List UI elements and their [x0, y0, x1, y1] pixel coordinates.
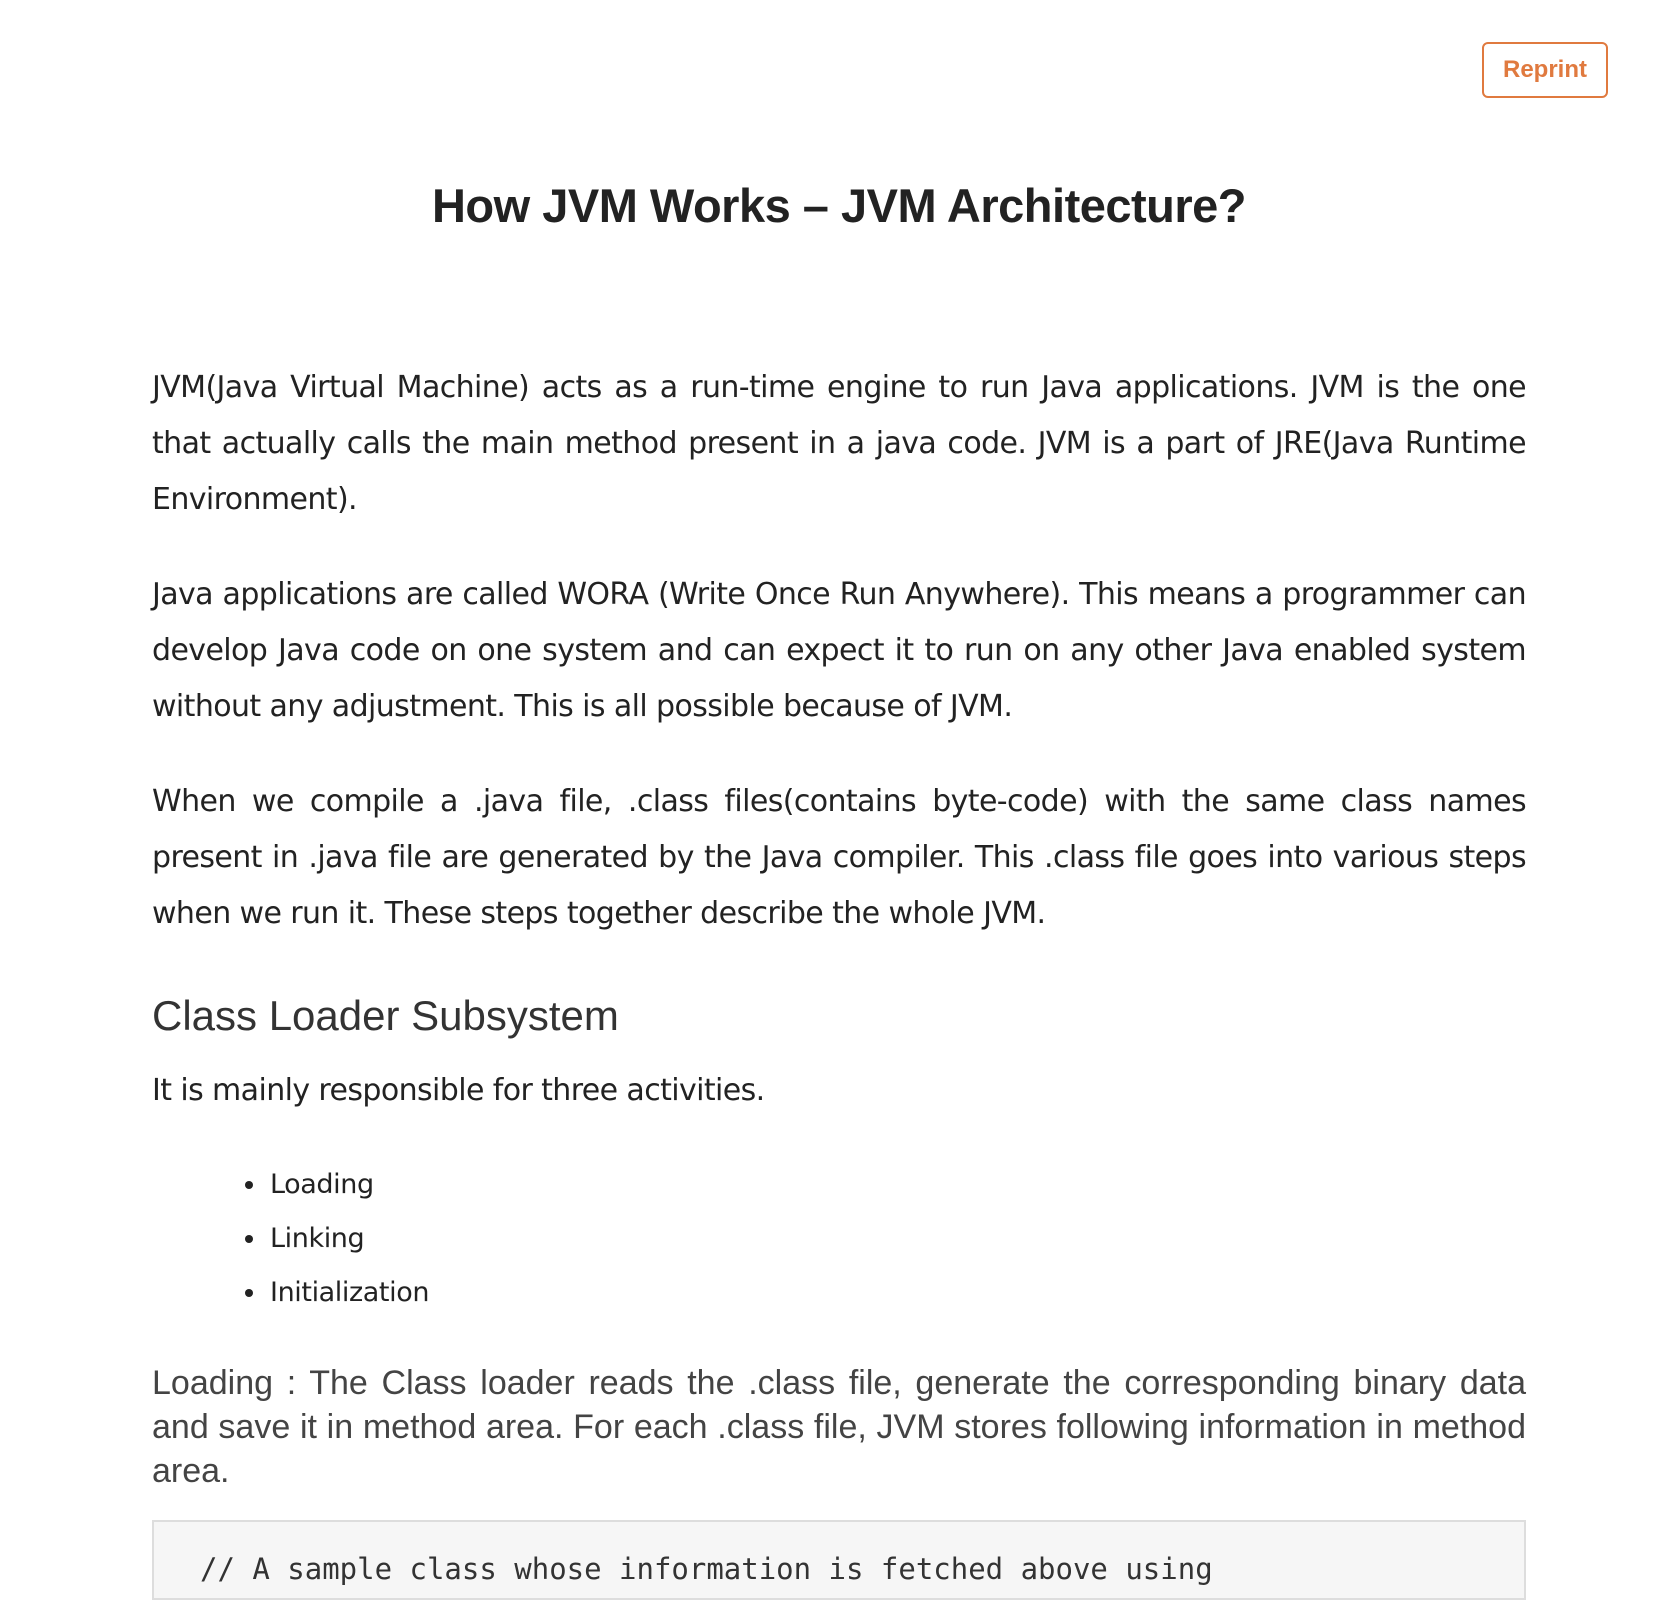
reprint-button[interactable]: Reprint [1482, 42, 1608, 98]
intro-paragraph-1: JVM(Java Virtual Machine) acts as a run-… [152, 370, 1527, 517]
list-item-linking: Linking [268, 1212, 429, 1266]
activity-list: Loading Linking Initialization [152, 1158, 429, 1320]
list-item-loading: Loading [268, 1158, 429, 1212]
section-intro: It is mainly responsible for three activ… [152, 1073, 765, 1108]
list-item-initialization: Initialization [268, 1266, 429, 1320]
intro-paragraph-2: Java applications are called WORA (Write… [152, 577, 1527, 724]
code-block: // A sample class whose information is f… [152, 1520, 1526, 1600]
intro-paragraph-3: When we compile a .java file, .class fil… [152, 784, 1527, 931]
loading-description: Loading : The Class loader reads the .cl… [152, 1364, 1526, 1490]
section-heading-class-loader: Class Loader Subsystem [152, 992, 619, 1039]
code-line: // A sample class whose information is f… [200, 1552, 1213, 1586]
page-title: How JVM Works – JVM Architecture? [431, 179, 1247, 232]
